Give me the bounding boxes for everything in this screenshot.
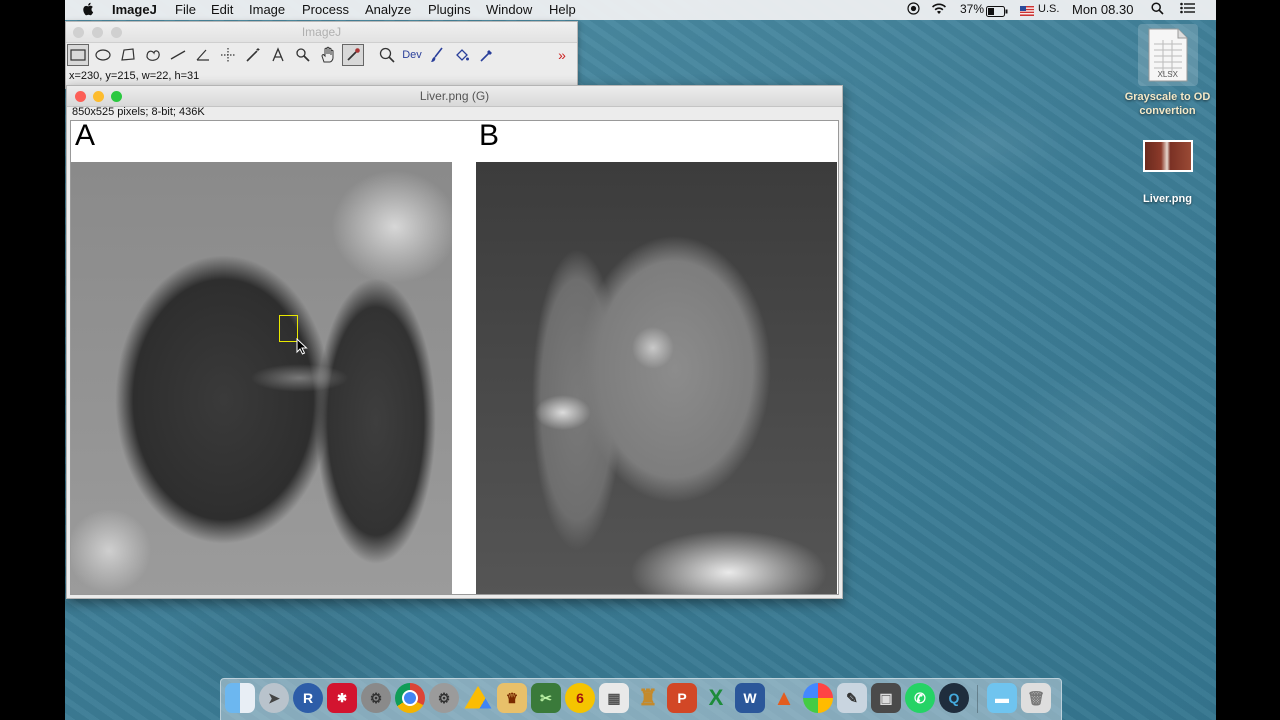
menu-file[interactable]: File [175, 2, 196, 17]
notification-center-icon[interactable] [1180, 2, 1195, 17]
six-app-icon[interactable]: 6 [565, 683, 595, 713]
zoom-search-icon[interactable] [376, 44, 398, 66]
king-app-icon[interactable]: ♛ [497, 683, 527, 713]
menu-help[interactable]: Help [549, 2, 576, 17]
hand-tool-icon[interactable] [317, 44, 339, 66]
menu-analyze[interactable]: Analyze [365, 2, 411, 17]
line-tool-icon[interactable] [167, 44, 189, 66]
mouse-pointer-icon [296, 337, 308, 360]
spotlight-search-icon[interactable] [1151, 2, 1164, 18]
image-canvas[interactable]: A B [70, 120, 839, 595]
r-app-icon[interactable]: R [293, 683, 323, 713]
image-window-title: Liver.png (G) [419, 89, 490, 103]
pipette-tool-icon[interactable] [476, 44, 498, 66]
image-thumbnail-icon [1142, 140, 1193, 172]
wifi-icon[interactable] [931, 2, 947, 18]
image-window: Liver.png (G) 850x525 pixels; 8-bit; 436… [66, 85, 843, 599]
color-picker-tool-icon[interactable] [342, 44, 364, 66]
panel-label-b: B [479, 120, 500, 152]
desktop-file-label: Liver.png [1143, 193, 1192, 205]
launchpad-rocket-icon[interactable]: ➤ [259, 683, 289, 713]
oval-tool-icon[interactable] [92, 44, 114, 66]
polygon-tool-icon[interactable] [117, 44, 139, 66]
menu-edit[interactable]: Edit [211, 2, 233, 17]
flood-fill-tool-icon[interactable] [451, 44, 473, 66]
toolbar-window-titlebar[interactable]: ImageJ [66, 22, 577, 43]
battery-percent: 37% [960, 2, 985, 16]
dock: ➤ R ✱ ⚙ ⚙ ♛ ✂ 6 ▦ ♜ P X W ▲ ✎ ▣ ✆ Q ▬ 🗑 [220, 678, 1062, 720]
powerpoint-icon[interactable]: P [667, 683, 697, 713]
file-type-badge: XLSX [1157, 70, 1178, 79]
word-icon[interactable]: W [735, 683, 765, 713]
finder-icon[interactable] [225, 683, 255, 713]
menu-window[interactable]: Window [486, 2, 532, 17]
scanner-icon[interactable]: ▣ [871, 683, 901, 713]
text-tool-icon[interactable] [267, 44, 289, 66]
point-tool-icon[interactable] [217, 44, 239, 66]
magnifier-tool-icon[interactable] [292, 44, 314, 66]
panel-label-a: A [75, 120, 96, 152]
image-window-titlebar[interactable]: Liver.png (G) [67, 86, 842, 107]
trash-icon[interactable]: 🗑 [1021, 683, 1051, 713]
photos-icon[interactable] [803, 683, 833, 713]
empty-tool-slot[interactable] [526, 44, 548, 66]
menu-plugins[interactable]: Plugins [428, 2, 471, 17]
mendeley-icon[interactable]: ✱ [327, 683, 357, 713]
status-line: x=230, y=215, w=22, h=31 [69, 70, 200, 82]
wand-tool-icon[interactable] [242, 44, 264, 66]
google-drive-icon[interactable] [464, 686, 492, 709]
record-icon[interactable] [907, 2, 920, 18]
dev-tool-button[interactable]: Dev [401, 44, 423, 66]
preview-icon[interactable]: ▦ [599, 683, 629, 713]
empty-tool-slot[interactable] [501, 44, 523, 66]
brush-tool-icon[interactable] [426, 44, 448, 66]
whatsapp-icon[interactable]: ✆ [905, 683, 935, 713]
battery-icon[interactable] [986, 5, 1008, 20]
image-info: 850x525 pixels; 8-bit; 436K [72, 106, 205, 118]
clock[interactable]: Mon 08.30 [1072, 2, 1133, 17]
desktop-file-label: Grayscale to OD convertion [1124, 91, 1211, 117]
rectangle-tool-icon[interactable] [67, 44, 89, 66]
quicktime-icon[interactable]: Q [939, 683, 969, 713]
desktop: ImageJ File Edit Image Process Analyze P… [65, 0, 1216, 720]
menu-process[interactable]: Process [302, 2, 349, 17]
chrome-icon[interactable] [395, 683, 425, 713]
dock-separator [977, 685, 978, 713]
more-tools-icon[interactable]: » [551, 44, 573, 66]
us-flag-icon[interactable] [1020, 4, 1034, 19]
scissors-app-icon[interactable]: ✂ [531, 683, 561, 713]
desktop-file-liver-png[interactable]: Liver.png [1120, 140, 1215, 205]
angle-tool-icon[interactable] [192, 44, 214, 66]
imagej-toolbar-window: ImageJ Dev » x=230, y=215, w=22, h=31 [65, 21, 578, 89]
matlab-icon[interactable]: ▲ [769, 683, 799, 713]
menu-image[interactable]: Image [249, 2, 285, 17]
xlsx-file-icon: XLSX [1137, 24, 1198, 86]
folder-icon[interactable]: ▬ [987, 683, 1017, 713]
toolbar-window-title: ImageJ [301, 25, 342, 39]
imagej-microscope-icon[interactable]: ⚙ [361, 683, 391, 713]
liver-photo-a[interactable] [71, 162, 452, 594]
menu-bar: ImageJ File Edit Image Process Analyze P… [65, 0, 1216, 20]
input-source-label[interactable]: U.S. [1038, 3, 1059, 15]
excel-icon[interactable]: X [701, 683, 731, 713]
apple-menu-icon[interactable] [83, 2, 95, 19]
app-name-menu[interactable]: ImageJ [112, 2, 157, 17]
liver-photo-b[interactable] [476, 162, 837, 594]
desktop-file-grayscale-to-od[interactable]: XLSX Grayscale to OD convertion [1110, 24, 1216, 118]
freehand-tool-icon[interactable] [142, 44, 164, 66]
automator-icon[interactable]: ♜ [633, 683, 663, 713]
screenshot-tool-icon[interactable]: ✎ [837, 683, 867, 713]
system-preferences-gear-icon[interactable]: ⚙ [429, 683, 459, 713]
